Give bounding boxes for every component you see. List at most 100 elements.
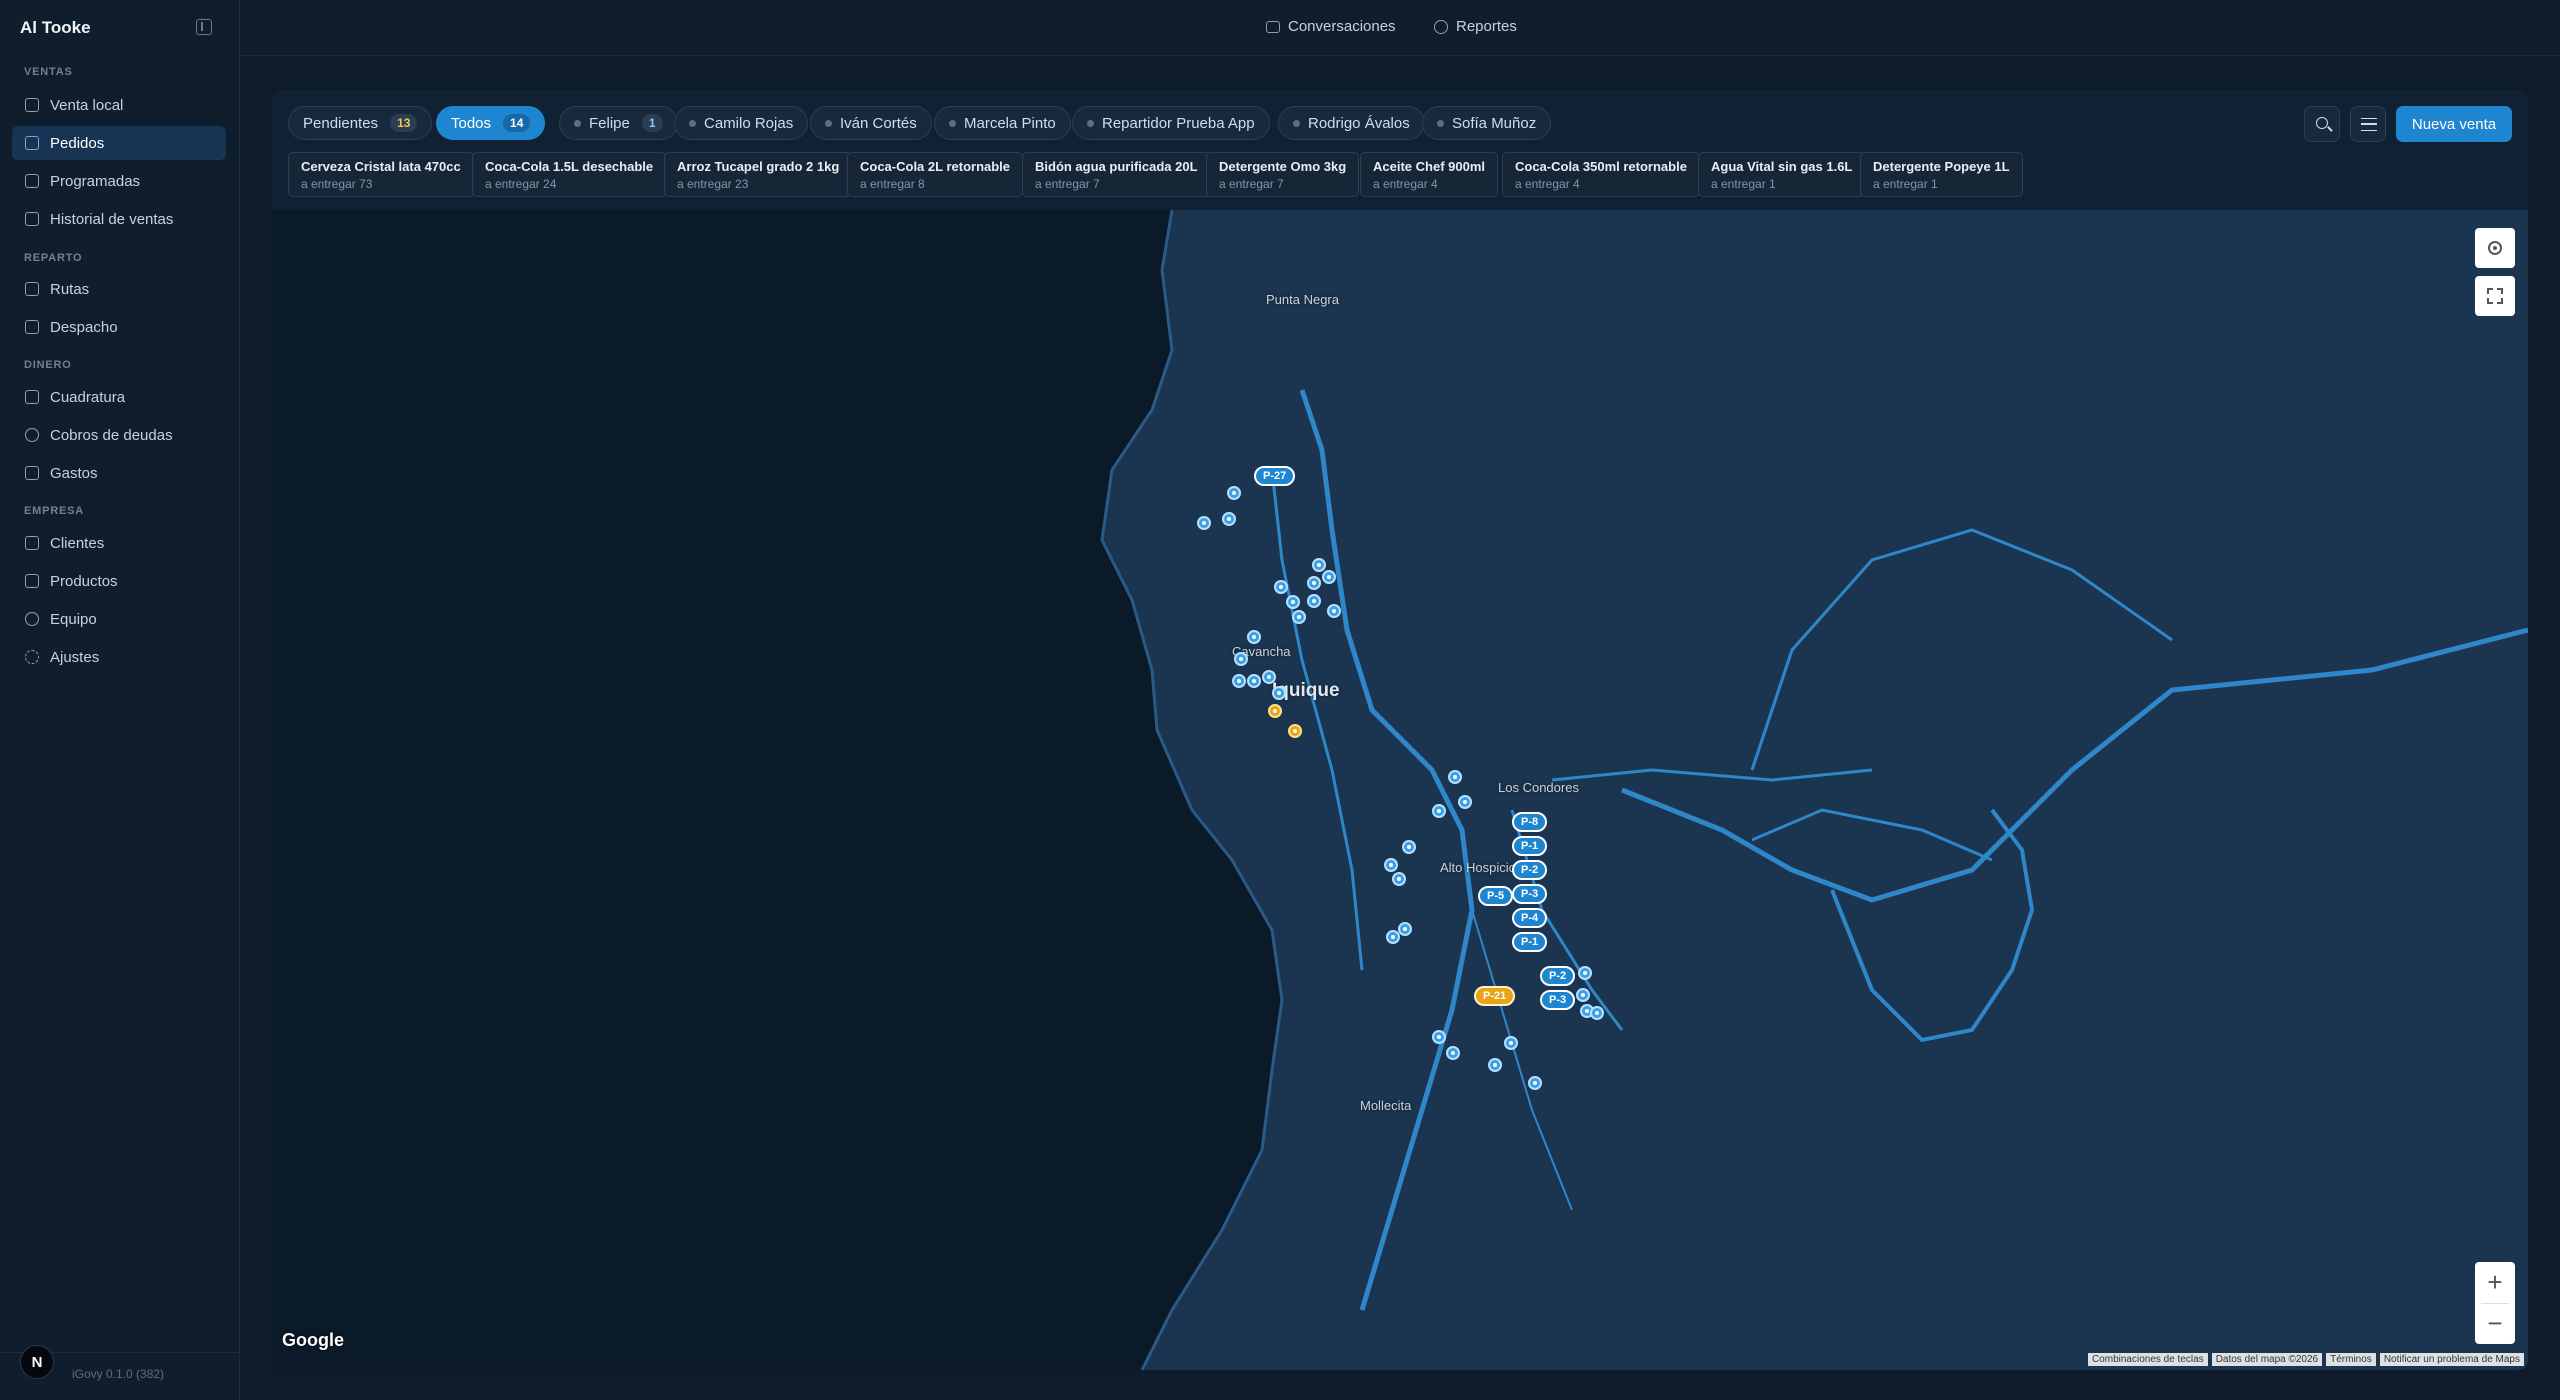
wallet-icon (25, 466, 39, 480)
terms-link[interactable]: Términos (2326, 1353, 2376, 1366)
sidebar-toggle-icon[interactable] (196, 19, 212, 35)
product-tile[interactable]: Agua Vital sin gas 1.6L a entregar 1 (1698, 152, 1866, 197)
filter-label: Iván Cortés (840, 114, 917, 132)
sidebar-item-cuadratura[interactable]: Cuadratura (12, 380, 226, 414)
delivery-point[interactable] (1307, 576, 1321, 590)
order-marker[interactable]: P-3 (1512, 884, 1548, 904)
filter-driver-rodrigo[interactable]: Rodrigo Ávalos (1278, 106, 1425, 140)
sidebar-item-clientes[interactable]: Clientes (12, 526, 226, 560)
sidebar-item-equipo[interactable]: Equipo (12, 602, 226, 636)
delivery-point[interactable] (1268, 704, 1282, 718)
delivery-point[interactable] (1446, 1046, 1460, 1060)
order-marker[interactable]: P-27 (1254, 466, 1296, 486)
sidebar-item-despacho[interactable]: Despacho (12, 310, 226, 344)
delivery-point[interactable] (1327, 604, 1341, 618)
delivery-point[interactable] (1262, 670, 1276, 684)
report-problem-link[interactable]: Notificar un problema de Maps (2379, 1353, 2524, 1366)
sidebar-item-pedidos[interactable]: Pedidos (12, 126, 226, 160)
delivery-point[interactable] (1288, 724, 1302, 738)
delivery-point[interactable] (1274, 580, 1288, 594)
order-marker[interactable]: P-8 (1512, 812, 1548, 832)
reports-link[interactable]: Reportes (1434, 18, 1517, 35)
delivery-point[interactable] (1398, 922, 1412, 936)
product-tile[interactable]: Detergente Popeye 1L a entregar 1 (1860, 152, 2023, 197)
order-marker[interactable]: P-1 (1512, 836, 1548, 856)
sidebar-item-gastos[interactable]: Gastos (12, 456, 226, 490)
product-pending: a entregar 1 (1873, 177, 1938, 191)
delivery-point[interactable] (1292, 610, 1306, 624)
fullscreen-button[interactable] (2475, 276, 2515, 316)
conversations-link[interactable]: Conversaciones (1266, 18, 1396, 35)
delivery-point[interactable] (1232, 674, 1246, 688)
order-marker[interactable]: P-3 (1540, 990, 1576, 1010)
map[interactable]: Punta Negra Iquique Cavancha Los Condore… (272, 210, 2528, 1370)
delivery-point[interactable] (1402, 840, 1416, 854)
filter-pendientes[interactable]: Pendientes 13 (288, 106, 433, 140)
order-marker[interactable]: P-5 (1478, 886, 1514, 906)
users-icon (25, 612, 39, 626)
map-canvas[interactable] (272, 210, 2528, 1370)
my-location-button[interactable] (2475, 228, 2515, 268)
product-tile[interactable]: Detergente Omo 3kg a entregar 7 (1206, 152, 1360, 197)
product-tile[interactable]: Coca-Cola 1.5L desechable a entregar 24 (472, 152, 667, 197)
order-marker[interactable]: P-2 (1540, 966, 1576, 986)
delivery-point[interactable] (1272, 686, 1286, 700)
product-tile[interactable]: Cerveza Cristal lata 470cc a entregar 73 (288, 152, 474, 197)
delivery-point[interactable] (1384, 858, 1398, 872)
delivery-point[interactable] (1432, 804, 1446, 818)
delivery-point[interactable] (1504, 1036, 1518, 1050)
zoom-out-button[interactable]: − (2475, 1303, 2515, 1343)
orders-panel: Pendientes 13 Todos 14 Felipe 1 Camilo Roja… (272, 90, 2528, 1370)
order-marker[interactable]: P-1 (1512, 932, 1548, 952)
delivery-point[interactable] (1227, 486, 1241, 500)
delivery-point[interactable] (1488, 1058, 1502, 1072)
list-view-button[interactable] (2350, 106, 2386, 142)
delivery-point[interactable] (1578, 966, 1592, 980)
delivery-point[interactable] (1222, 512, 1236, 526)
delivery-point[interactable] (1392, 872, 1406, 886)
zoom-in-button[interactable]: + (2475, 1262, 2515, 1302)
delivery-point[interactable] (1247, 674, 1261, 688)
sidebar-item-rutas[interactable]: Rutas (12, 272, 226, 306)
locate-icon (2488, 241, 2502, 255)
status-dot (1087, 119, 1094, 127)
sidebar-item-venta-local[interactable]: Venta local (12, 88, 226, 122)
sidebar-item-cobros[interactable]: Cobros de deudas (12, 418, 226, 452)
delivery-point[interactable] (1448, 770, 1462, 784)
order-marker[interactable]: P-4 (1512, 908, 1548, 928)
delivery-point[interactable] (1247, 630, 1261, 644)
keyboard-shortcuts-link[interactable]: Combinaciones de teclas (2087, 1353, 2208, 1366)
order-marker[interactable]: P-21 (1474, 986, 1516, 1006)
delivery-point[interactable] (1234, 652, 1248, 666)
filter-driver-ivan[interactable]: Iván Cortés (810, 106, 932, 140)
sidebar-item-ajustes[interactable]: Ajustes (12, 640, 226, 674)
delivery-point[interactable] (1590, 1006, 1604, 1020)
product-tile[interactable]: Arroz Tucapel grado 2 1kg a entregar 23 (664, 152, 853, 197)
product-tile[interactable]: Coca-Cola 350ml retornable a entregar 4 (1502, 152, 1700, 197)
delivery-point[interactable] (1432, 1030, 1446, 1044)
filter-todos[interactable]: Todos 14 (436, 106, 546, 140)
filter-driver-sofia[interactable]: Sofía Muñoz (1422, 106, 1552, 140)
product-tile[interactable]: Coca-Cola 2L retornable a entregar 8 (847, 152, 1024, 197)
order-marker[interactable]: P-2 (1512, 860, 1548, 880)
delivery-point[interactable] (1197, 516, 1211, 530)
product-tile[interactable]: Bidón agua purificada 20L a entregar 7 (1022, 152, 1211, 197)
delivery-point[interactable] (1458, 795, 1472, 809)
sidebar-item-programadas[interactable]: Programadas (12, 164, 226, 198)
delivery-point[interactable] (1286, 595, 1300, 609)
avatar[interactable]: N (20, 1345, 54, 1379)
search-button[interactable] (2304, 106, 2340, 142)
sidebar-item-productos[interactable]: Productos (12, 564, 226, 598)
filter-driver-marcela[interactable]: Marcela Pinto (934, 106, 1071, 140)
filter-driver-camilo[interactable]: Camilo Rojas (674, 106, 809, 140)
delivery-point[interactable] (1312, 558, 1326, 572)
new-sale-button[interactable]: Nueva venta (2396, 106, 2512, 142)
delivery-point[interactable] (1322, 570, 1336, 584)
delivery-point[interactable] (1307, 594, 1321, 608)
sidebar-item-historial[interactable]: Historial de ventas (12, 202, 226, 236)
delivery-point[interactable] (1576, 988, 1590, 1002)
product-tile[interactable]: Aceite Chef 900ml a entregar 4 (1360, 152, 1498, 197)
delivery-point[interactable] (1528, 1076, 1542, 1090)
filter-driver-prueba[interactable]: Repartidor Prueba App (1072, 106, 1270, 140)
filter-driver-felipe[interactable]: Felipe 1 (559, 106, 678, 140)
